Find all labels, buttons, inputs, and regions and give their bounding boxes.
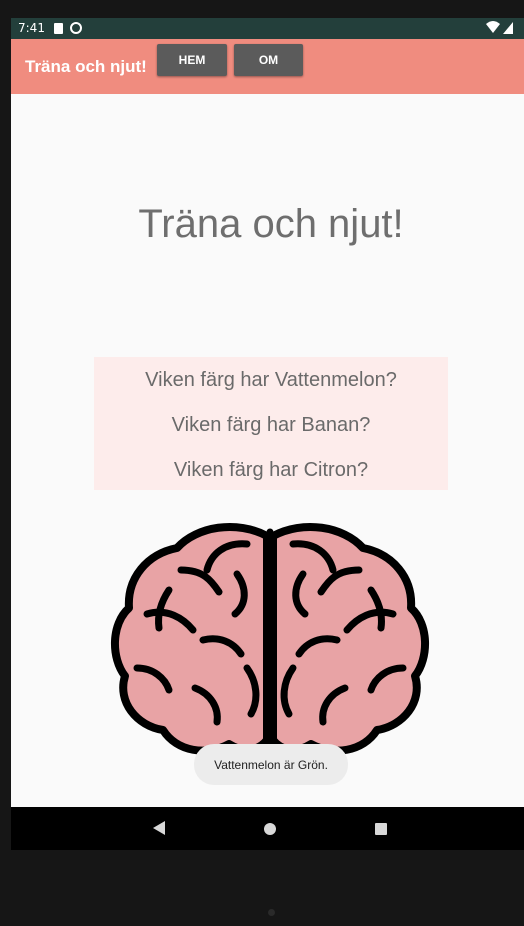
- question-list: Viken färg har Vattenmelon? Viken färg h…: [94, 357, 448, 490]
- page-title: Träna och njut!: [138, 202, 404, 246]
- camera-dot: [268, 909, 275, 916]
- status-time: 7:41: [18, 21, 45, 35]
- question-item-lemon[interactable]: Viken färg har Citron?: [94, 459, 448, 482]
- toast-message: Vattenmelon är Grön.: [194, 744, 348, 785]
- sync-icon: [70, 22, 82, 34]
- app-title: Träna och njut!: [25, 57, 147, 76]
- brain-icon: [110, 522, 430, 755]
- signal-icon: [503, 22, 513, 34]
- wifi-icon: [486, 21, 500, 33]
- back-icon[interactable]: [153, 821, 165, 835]
- home-button[interactable]: HEM: [157, 44, 227, 76]
- system-nav-bar: [11, 807, 524, 850]
- recent-apps-icon[interactable]: [375, 823, 387, 835]
- sd-card-icon: [54, 23, 63, 34]
- status-bar: 7:41: [11, 18, 524, 39]
- about-button[interactable]: OM: [234, 44, 303, 76]
- device-frame: 7:41 Träna och njut! HEM OM Träna och nj…: [11, 18, 524, 850]
- home-icon[interactable]: [264, 823, 276, 835]
- question-item-watermelon[interactable]: Viken färg har Vattenmelon?: [94, 369, 448, 392]
- question-item-banana[interactable]: Viken färg har Banan?: [94, 414, 448, 437]
- app-bar: Träna och njut! HEM OM: [11, 39, 524, 94]
- main-content: Träna och njut! Viken färg har Vattenmel…: [11, 94, 524, 807]
